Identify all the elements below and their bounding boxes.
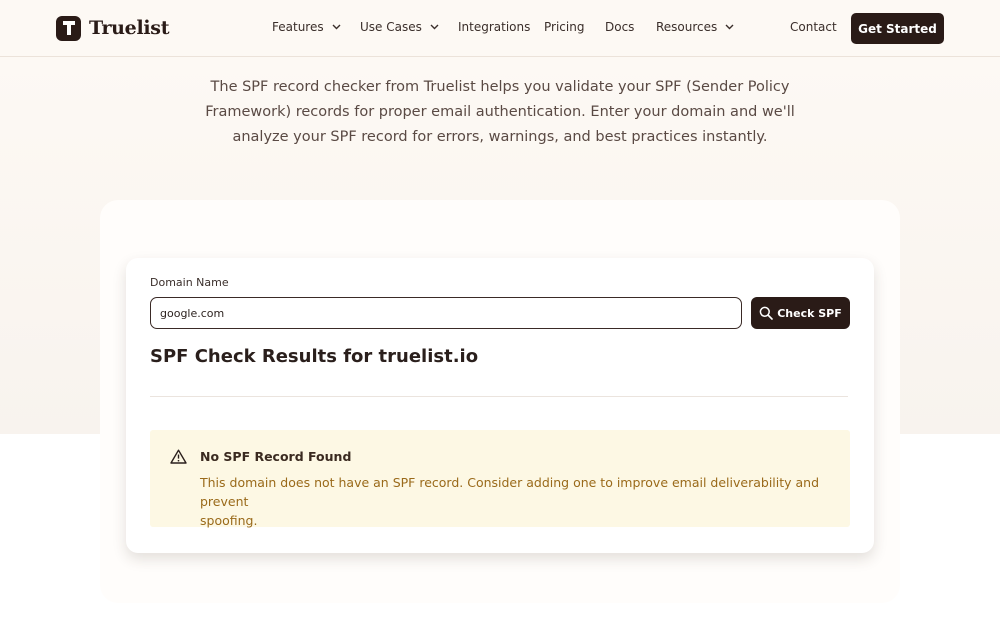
nav-contact-link[interactable]: Contact (790, 20, 837, 34)
nav-item-use-cases[interactable]: Use Cases (360, 20, 439, 34)
intro-line-1: The SPF record checker from Truelist hel… (210, 79, 790, 95)
check-spf-label: Check SPF (777, 306, 842, 320)
alert-message-line-1: This domain does not have an SPF record.… (200, 475, 820, 509)
alert-title: No SPF Record Found (200, 449, 352, 464)
nav-item-features[interactable]: Features (272, 20, 341, 34)
nav-item-label: Use Cases (360, 20, 422, 34)
top-navigation: Truelist Features Use Cases Integrations… (0, 0, 1000, 57)
check-spf-button[interactable]: Check SPF (751, 297, 850, 329)
nav-item-label: Pricing (544, 20, 585, 34)
chevron-down-icon (725, 24, 734, 30)
chevron-down-icon (430, 24, 439, 30)
warning-alert: No SPF Record Found This domain does not… (150, 430, 850, 530)
brand-logo[interactable]: Truelist (56, 15, 169, 41)
intro-text: The SPF record checker from Truelist hel… (200, 75, 800, 150)
nav-item-label: Features (272, 20, 324, 34)
get-started-button[interactable]: Get Started (851, 13, 944, 44)
alert-message-line-2: spoofing. (200, 513, 258, 528)
nav-item-integrations[interactable]: Integrations (458, 20, 530, 34)
results-title: SPF Check Results for truelist.io (150, 346, 479, 367)
intro-line-3: analyze your SPF record for errors, warn… (232, 129, 768, 145)
domain-input[interactable] (150, 297, 742, 329)
nav-item-label: Integrations (458, 20, 531, 34)
nav-item-label: Resources (656, 20, 718, 34)
brand-name: Truelist (89, 17, 170, 39)
domain-name-label: Domain Name (150, 276, 229, 289)
alert-message: This domain does not have an SPF record.… (200, 473, 830, 530)
results-divider (150, 396, 848, 397)
intro-line-2: Framework) records for proper email auth… (205, 104, 795, 120)
nav-item-docs[interactable]: Docs (605, 20, 634, 34)
nav-item-resources[interactable]: Resources (656, 20, 734, 34)
logo-icon (56, 15, 81, 41)
nav-item-pricing[interactable]: Pricing (544, 20, 584, 34)
nav-item-label: Docs (605, 20, 635, 34)
chevron-down-icon (332, 24, 341, 30)
warning-triangle-icon (170, 449, 187, 464)
search-icon (759, 306, 774, 320)
